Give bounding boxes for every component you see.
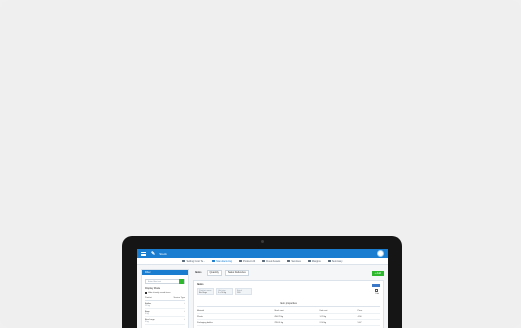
chevron-right-icon: › <box>184 303 185 305</box>
status-badge <box>372 284 380 287</box>
section-title: Item properties <box>197 302 380 307</box>
item-sub: 12 kg <box>145 305 150 307</box>
tab-service-type[interactable]: Service Type <box>173 297 185 299</box>
edit-label: Edit <box>375 293 379 295</box>
wrench-icon <box>287 259 291 263</box>
batch-field[interactable]: Batch 100 <box>235 288 252 295</box>
hide-saved-checkbox[interactable]: Hide already saved items <box>145 292 185 294</box>
nav-item-summary[interactable]: Summary <box>327 259 343 263</box>
sidebar-tabs: Product Service Type <box>145 297 185 301</box>
tab-quantity[interactable]: Quantity <box>206 269 222 277</box>
panel-title: Items <box>197 283 204 286</box>
nav-item-product[interactable]: Product 24 <box>239 260 255 263</box>
field-value: 1 x 50 kg <box>218 291 227 294</box>
box-icon <box>239 259 243 263</box>
camera-icon <box>261 240 264 243</box>
tab-product[interactable]: Product <box>145 297 152 299</box>
app-title: Stock <box>159 251 167 256</box>
table-row[interactable]: Packaging bottles 789.01 kg 2.34 kg 5.67 <box>197 319 380 326</box>
module-nav: Selling Cost Te... Manufacturing Product… <box>137 258 388 265</box>
nav-label: Product 24 <box>243 259 256 263</box>
main-content: Items Quantity Sales Deliveries + Add It… <box>193 269 384 328</box>
sidebar-header: Filter <box>142 270 188 275</box>
laptop-screen: ✎ Stock Selling Cost Te... Manufacturing… <box>137 249 388 328</box>
tab-items[interactable]: Items <box>193 271 204 276</box>
nav-label: Summary <box>331 259 343 263</box>
properties-table: Material Stock cost Unit cost Price Plas… <box>197 308 380 326</box>
table-cell: 2.34 kg <box>319 319 358 326</box>
table-cell: Packaging bottles <box>197 319 275 326</box>
building-icon <box>262 259 266 263</box>
document-icon <box>327 259 331 263</box>
item-sub: 5 kg <box>145 321 149 323</box>
field-row: Product name Bin Bags Unit size 1 x 50 kg … <box>197 288 380 295</box>
add-button[interactable]: + Add <box>371 270 384 276</box>
unit-size-field[interactable]: Unit size 1 x 50 kg <box>216 288 233 295</box>
search-go-button[interactable] <box>179 279 184 284</box>
checkbox-icon <box>145 292 147 294</box>
chevron-right-icon: › <box>184 319 185 321</box>
nav-item-manufacturing[interactable]: Manufacturing <box>212 260 232 263</box>
checkbox-label: Hide already saved items <box>148 292 171 294</box>
nav-label: Services <box>291 259 301 263</box>
chevron-right-icon: › <box>184 311 185 313</box>
display-mode-label: Display Mode <box>145 287 161 290</box>
item-sub: 3 kg <box>145 313 149 315</box>
menu-icon[interactable] <box>141 251 146 256</box>
user-avatar[interactable] <box>377 250 384 257</box>
app-header: ✎ Stock <box>137 249 388 258</box>
filter-search-input[interactable]: Enter filter text <box>145 279 185 284</box>
nav-item-selling-cost[interactable]: Selling Cost Te... <box>182 260 205 263</box>
nav-item-services[interactable]: Services <box>287 260 301 263</box>
field-value: 100 <box>237 291 241 294</box>
table-cell: 789.01 kg <box>274 319 320 326</box>
percent-icon <box>307 259 311 263</box>
nav-label: Manufacturing <box>216 259 233 263</box>
edit-icon[interactable] <box>375 289 378 292</box>
tab-sales-deliveries[interactable]: Sales Deliveries <box>224 269 249 277</box>
laptop-frame: ✎ Stock Selling Cost Te... Manufacturing… <box>122 236 402 328</box>
nav-label: Selling Cost Te... <box>186 259 206 263</box>
background-card: ✎ Stock Selling Cost Te... Manufacturing… <box>0 0 521 328</box>
factory-icon <box>212 259 216 263</box>
search-placeholder: Enter filter text <box>148 280 161 283</box>
nav-label: Fixed Assets <box>266 259 281 263</box>
list-item[interactable]: Bins Large 5 kg › <box>145 318 185 325</box>
nav-label: Margins <box>311 259 321 263</box>
list-item[interactable]: Bags 3 kg › <box>145 310 185 317</box>
item-detail-panel: Items Product name Bin Bags Unit size 1 x … <box>193 280 384 328</box>
app-logo: ✎ <box>151 250 156 257</box>
product-name-field[interactable]: Product name Bin Bags <box>197 288 214 295</box>
table-cell: 5.67 <box>357 319 380 326</box>
content-tabs: Items Quantity Sales Deliveries + Add <box>193 269 384 277</box>
field-value: Bin Bags <box>199 291 208 294</box>
nav-item-margins[interactable]: Margins <box>307 259 321 263</box>
filter-sidebar: Filter Enter filter text Display Mode Hi… <box>141 269 189 328</box>
calculator-icon <box>182 259 186 263</box>
list-item[interactable]: Bottles 12 kg › <box>145 302 185 309</box>
nav-item-fixed-assets[interactable]: Fixed Assets <box>262 260 280 263</box>
